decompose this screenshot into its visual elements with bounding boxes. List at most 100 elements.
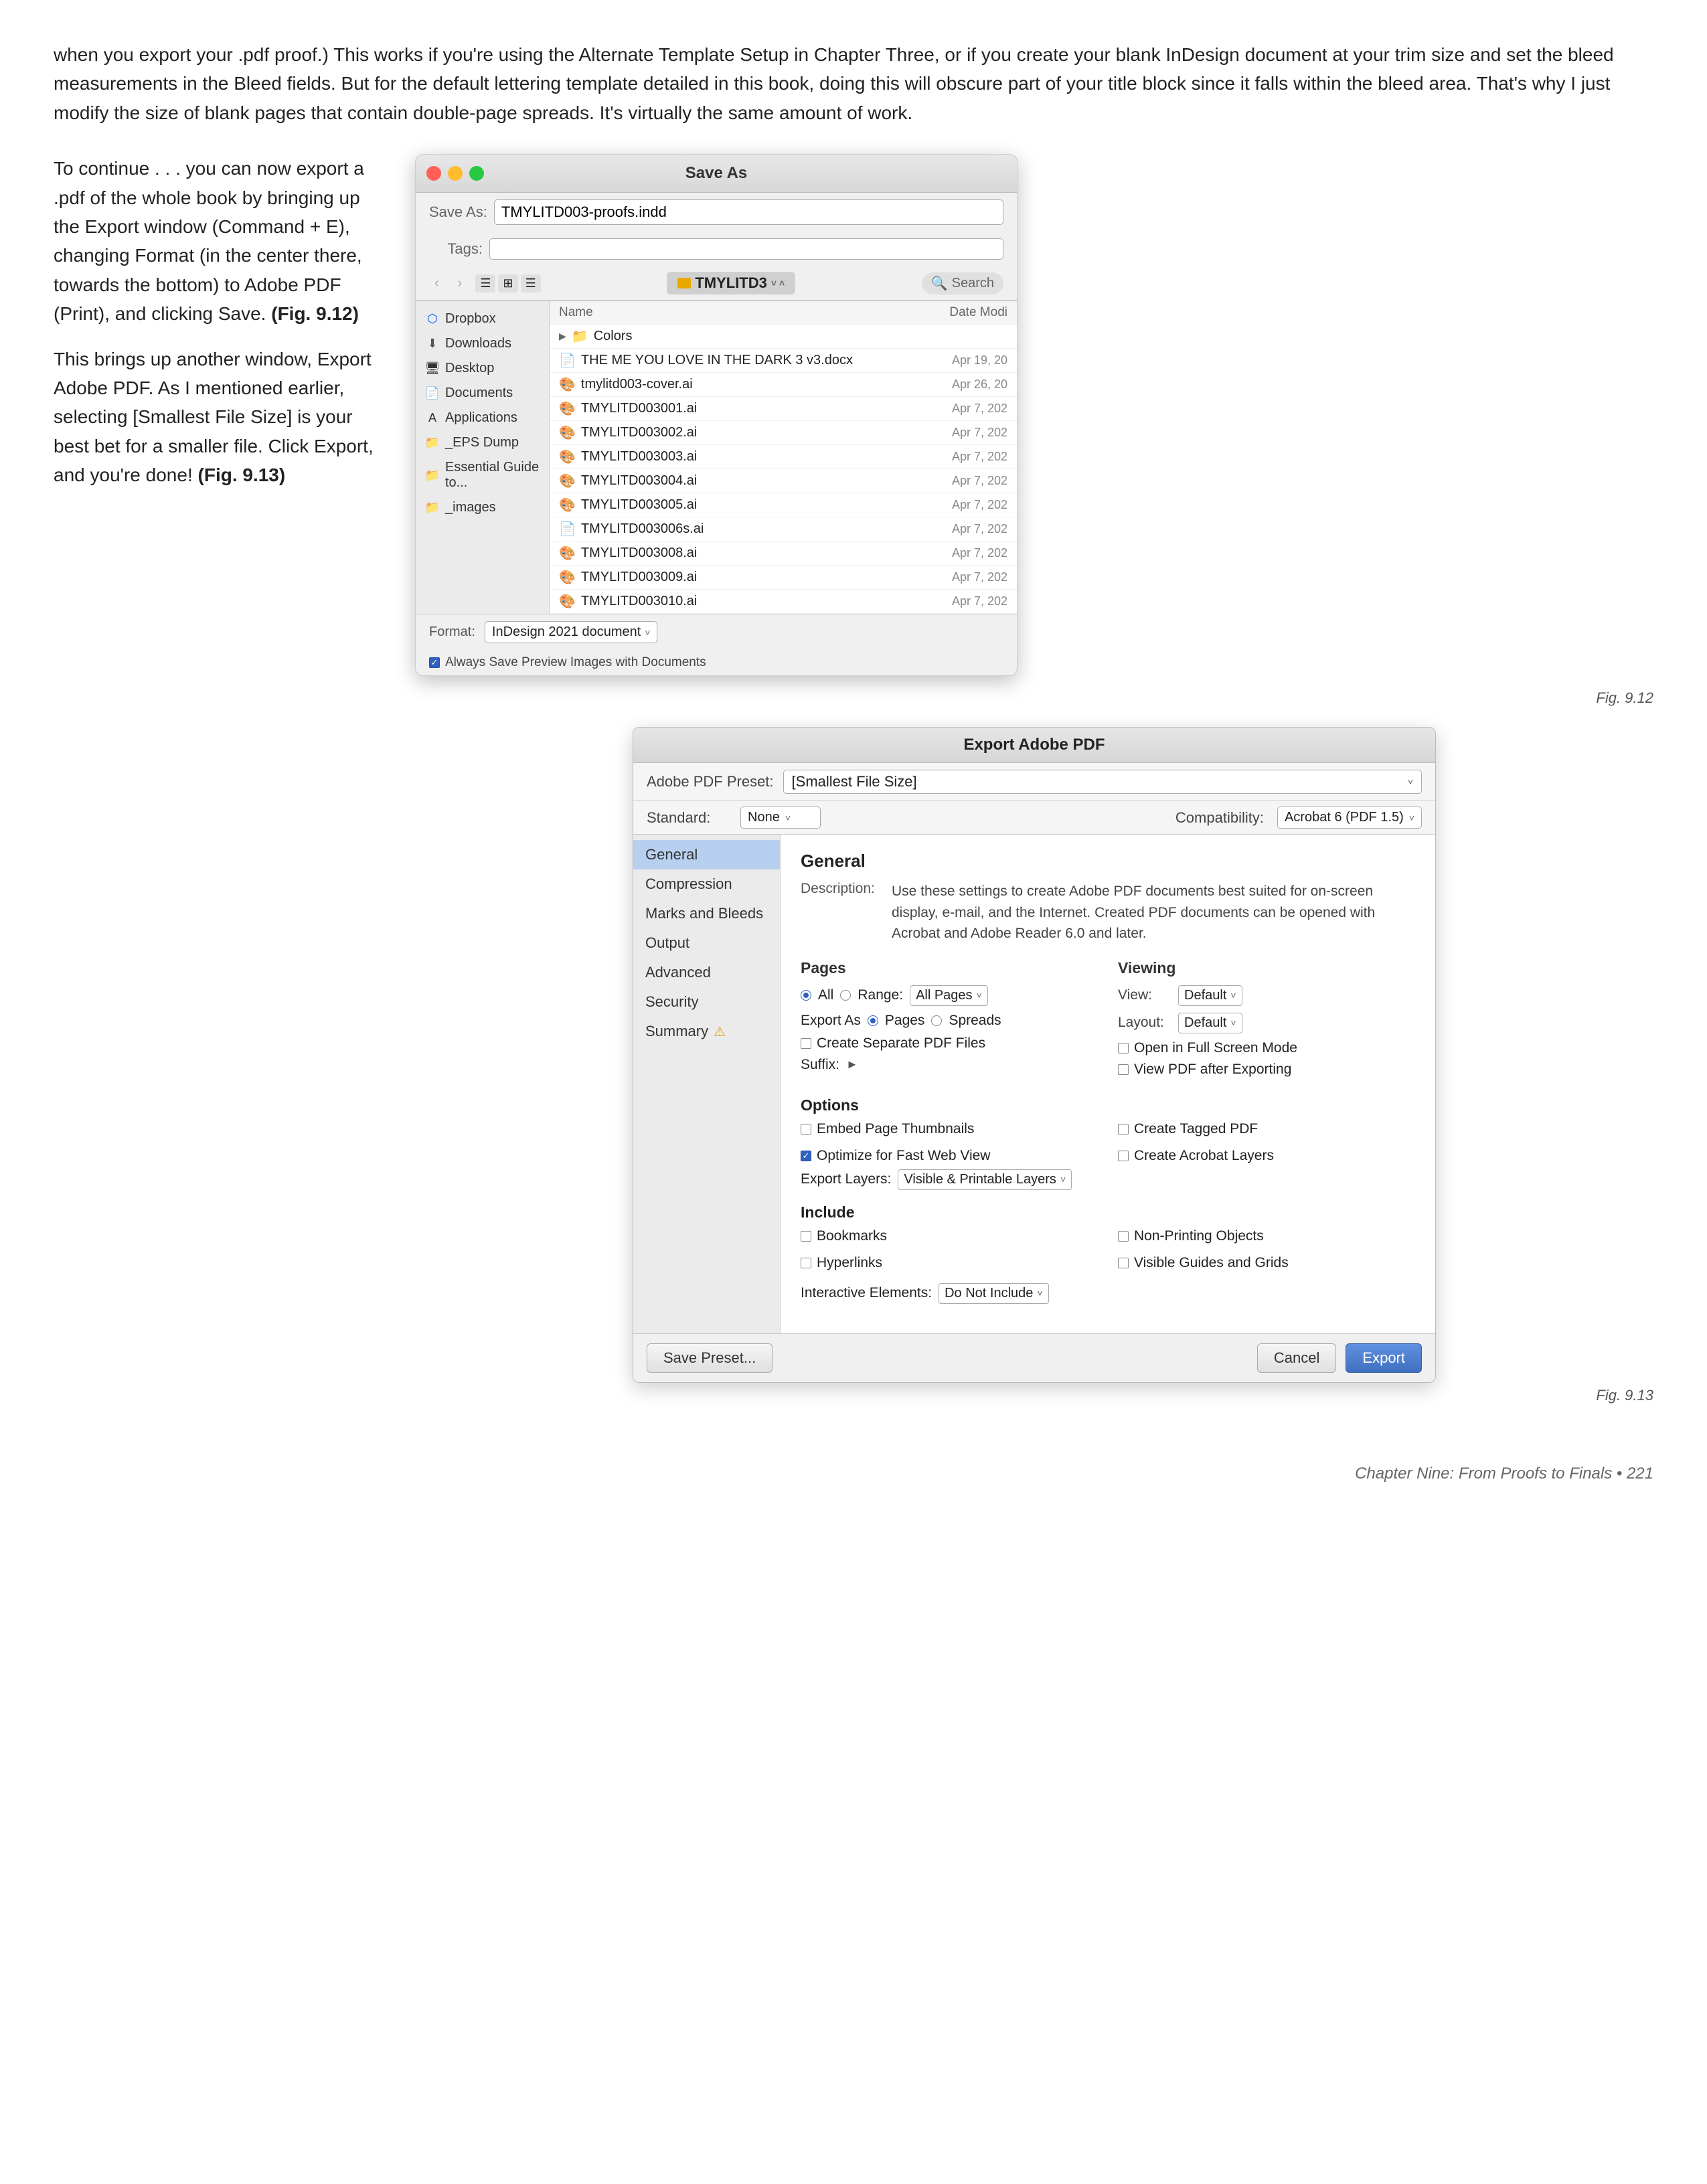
cancel-button[interactable]: Cancel (1257, 1343, 1336, 1373)
bookmarks-checkbox[interactable] (801, 1231, 811, 1242)
compat-select[interactable]: Acrobat 6 (PDF 1.5) ˅ (1277, 807, 1422, 829)
file-name-003: TMYLITD003003.ai (581, 449, 697, 465)
save-as-input[interactable] (494, 199, 1003, 225)
file-icon-010: 🎨 (559, 593, 576, 610)
range-label: Range: (858, 987, 903, 1003)
preset-select[interactable]: [Smallest File Size] ˅ (783, 770, 1422, 794)
visible-guides-checkbox[interactable] (1118, 1258, 1129, 1268)
open-fullscreen-checkbox[interactable] (1118, 1043, 1129, 1054)
sidebar-item-advanced[interactable]: Advanced (633, 958, 780, 987)
export-layers-select[interactable]: Visible & Printable Layers ˅ (898, 1169, 1072, 1190)
file-name-005: TMYLITD003005.ai (581, 497, 697, 513)
non-printing-checkbox[interactable] (1118, 1231, 1129, 1242)
view-select[interactable]: Default ˅ (1178, 985, 1242, 1006)
close-button[interactable] (426, 166, 441, 181)
list-view-btn[interactable]: ☰ (475, 274, 495, 292)
standard-select[interactable]: None ˅ (740, 807, 821, 829)
export-button[interactable]: Export (1346, 1343, 1422, 1373)
hyperlinks-checkbox[interactable] (801, 1258, 811, 1268)
optimize-fast-web-row: Optimize for Fast Web View (801, 1148, 1098, 1164)
sidebar-item-downloads[interactable]: ⬇ Downloads (416, 331, 549, 356)
content-with-figures: To continue . . . you can now export a .… (54, 154, 1653, 1424)
view-after-export-checkbox[interactable] (1118, 1064, 1129, 1075)
file-row-005[interactable]: 🎨 TMYLITD003005.ai Apr 7, 202 (550, 493, 1017, 517)
file-name-008: TMYLITD003008.ai (581, 545, 697, 561)
file-icon-002: 🎨 (559, 424, 576, 441)
file-row-cover[interactable]: 🎨 tmylitd003-cover.ai Apr 26, 20 (550, 373, 1017, 397)
window-buttons (426, 166, 484, 181)
file-row-docx[interactable]: 📄 THE ME YOU LOVE IN THE DARK 3 v3.docx … (550, 349, 1017, 373)
file-row-colors[interactable]: ▶ 📁 Colors (550, 325, 1017, 349)
sidebar-item-dropbox[interactable]: ⬡ Dropbox (416, 307, 549, 331)
file-date-009: Apr 7, 202 (952, 570, 1007, 584)
sidebar-item-applications[interactable]: A Applications (416, 406, 549, 430)
pages-all-row: All Range: All Pages ˅ (801, 985, 1098, 1006)
folder-icon-images: 📁 (425, 502, 440, 514)
export-layers-chevron: ˅ (1060, 1174, 1066, 1185)
hyperlinks-label: Hyperlinks (817, 1255, 882, 1271)
name-col-header: Name (559, 305, 593, 320)
file-row-008[interactable]: 🎨 TMYLITD003008.ai Apr 7, 202 (550, 541, 1017, 566)
file-icon-docx: 📄 (559, 352, 576, 369)
column-view-btn[interactable]: ☰ (521, 274, 541, 292)
visible-guides-label: Visible Guides and Grids (1134, 1255, 1289, 1271)
file-row-001[interactable]: 🎨 TMYLITD003001.ai Apr 7, 202 (550, 397, 1017, 421)
icon-view-btn[interactable]: ⊞ (498, 274, 517, 292)
all-pages-radio[interactable] (801, 990, 811, 1001)
export-sidebar: General Compression Marks and Bleeds Out… (633, 835, 781, 1333)
search-box[interactable]: 🔍 Search (922, 272, 1003, 295)
file-row-006s[interactable]: 📄 TMYLITD003006s.ai Apr 7, 202 (550, 517, 1017, 541)
file-date-008: Apr 7, 202 (952, 546, 1007, 560)
expand-arrow: ▶ (559, 331, 566, 342)
file-row-003[interactable]: 🎨 TMYLITD003003.ai Apr 7, 202 (550, 445, 1017, 469)
sidebar-item-compression[interactable]: Compression (633, 869, 780, 899)
downloads-icon: ⬇ (425, 338, 440, 350)
file-row-009[interactable]: 🎨 TMYLITD003009.ai Apr 7, 202 (550, 566, 1017, 590)
save-preset-button[interactable]: Save Preset... (647, 1343, 773, 1373)
interactive-select[interactable]: Do Not Include ˅ (939, 1283, 1048, 1304)
create-acrobat-layers-checkbox[interactable] (1118, 1151, 1129, 1161)
forward-arrow[interactable]: › (453, 273, 468, 294)
sidebar-item-essential-guide[interactable]: 📁 Essential Guide to... (416, 455, 549, 495)
sidebar-item-security[interactable]: Security (633, 987, 780, 1017)
file-row-004[interactable]: 🎨 TMYLITD003004.ai Apr 7, 202 (550, 469, 1017, 493)
file-row-010[interactable]: 🎨 TMYLITD003010.ai Apr 7, 202 (550, 590, 1017, 614)
sidebar-item-eps-dump[interactable]: 📁 _EPS Dump (416, 430, 549, 455)
range-select[interactable]: All Pages ˅ (910, 985, 988, 1006)
file-date-docx: Apr 19, 20 (952, 353, 1007, 367)
layout-select[interactable]: Default ˅ (1178, 1013, 1242, 1033)
sidebar-item-documents[interactable]: 📄 Documents (416, 381, 549, 406)
preset-value-text: [Smallest File Size] (792, 773, 917, 790)
file-list-panel: Name Date Modi ▶ 📁 Colors 📄 THE ME YOU L… (550, 301, 1017, 614)
back-arrow[interactable]: ‹ (429, 273, 444, 294)
range-radio[interactable] (840, 990, 851, 1001)
sidebar-item-general[interactable]: General (633, 840, 780, 869)
sidebar-label-applications: Applications (445, 410, 517, 426)
create-separate-checkbox[interactable] (801, 1038, 811, 1049)
sidebar-item-summary[interactable]: Summary ⚠ (633, 1017, 780, 1046)
minimize-button[interactable] (448, 166, 463, 181)
always-save-checkbox[interactable] (429, 657, 440, 668)
sidebar-item-output[interactable]: Output (633, 928, 780, 958)
spreads-radio[interactable] (931, 1015, 942, 1026)
embed-thumbnails-checkbox[interactable] (801, 1124, 811, 1135)
tags-input[interactable] (489, 238, 1003, 260)
view-buttons: ☰ ⊞ ☰ (475, 274, 540, 292)
dialog-title: Save As (685, 164, 748, 183)
view-after-export-label: View PDF after Exporting (1134, 1062, 1291, 1078)
optimize-fast-web-checkbox[interactable] (801, 1151, 811, 1161)
maximize-button[interactable] (469, 166, 484, 181)
file-date-005: Apr 7, 202 (952, 498, 1007, 512)
sidebar-item-marks-bleeds[interactable]: Marks and Bleeds (633, 899, 780, 928)
sidebar-item-images[interactable]: 📁 _images (416, 495, 549, 520)
format-select[interactable]: InDesign 2021 document ˅ (485, 621, 658, 643)
pages-section-title: Pages (801, 959, 1098, 977)
file-row-002[interactable]: 🎨 TMYLITD003002.ai Apr 7, 202 (550, 421, 1017, 445)
create-tagged-checkbox[interactable] (1118, 1124, 1129, 1135)
export-layers-value: Visible & Printable Layers (904, 1172, 1056, 1187)
folder-icon (677, 278, 691, 288)
sidebar-item-desktop[interactable]: 🖥 Desktop (416, 356, 549, 381)
file-date-004: Apr 7, 202 (952, 474, 1007, 488)
page-footer: Chapter Nine: From Proofs to Finals • 22… (54, 1464, 1653, 1483)
pages-radio[interactable] (868, 1015, 878, 1026)
